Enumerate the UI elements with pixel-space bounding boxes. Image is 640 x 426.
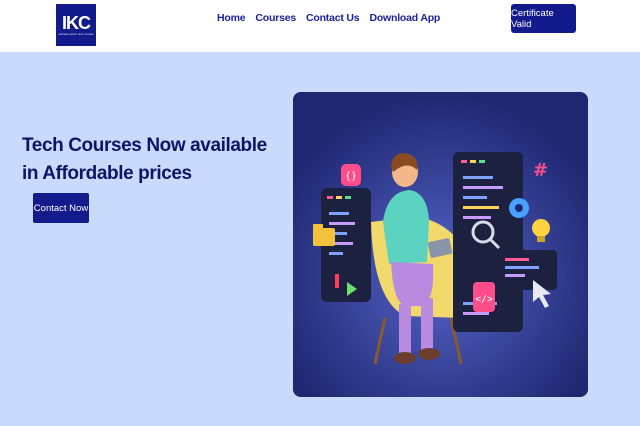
hash-icon: #	[533, 160, 548, 181]
mini-window-icon	[499, 250, 557, 290]
logo-mark: IKC	[62, 12, 91, 33]
hero-title: Tech Courses Now available in Affordable…	[22, 132, 272, 188]
main-nav: Home Courses Contact Us Download App	[217, 12, 450, 24]
logo-subtitle: A PRIVATE LIMITED TECH COURSES	[58, 33, 94, 36]
developer-illustration: {} </> #	[293, 92, 588, 397]
hero-title-line2: in Affordable prices	[22, 163, 192, 184]
certificate-valid-button[interactable]: Certificate Valid	[511, 4, 576, 33]
nav-link-download-app[interactable]: Download App	[369, 12, 440, 24]
gear-icon	[509, 198, 529, 218]
nav-link-courses[interactable]: Courses	[255, 12, 296, 24]
svg-text:</>: </>	[475, 294, 493, 305]
site-logo[interactable]: IKC A PRIVATE LIMITED TECH COURSES	[56, 4, 96, 46]
contact-now-button[interactable]: Contact Now	[33, 193, 89, 223]
hero-title-line1: Tech Courses Now available	[22, 135, 267, 156]
hero-illustration: {} </> #	[293, 92, 588, 397]
nav-link-contact-us[interactable]: Contact Us	[306, 12, 360, 24]
site-header: IKC A PRIVATE LIMITED TECH COURSES Home …	[0, 0, 640, 52]
code-tag-icon: </>	[473, 282, 495, 312]
nav-link-home[interactable]: Home	[217, 12, 246, 24]
code-bubble-icon: {}	[341, 164, 361, 186]
svg-text:{}: {}	[345, 171, 357, 182]
